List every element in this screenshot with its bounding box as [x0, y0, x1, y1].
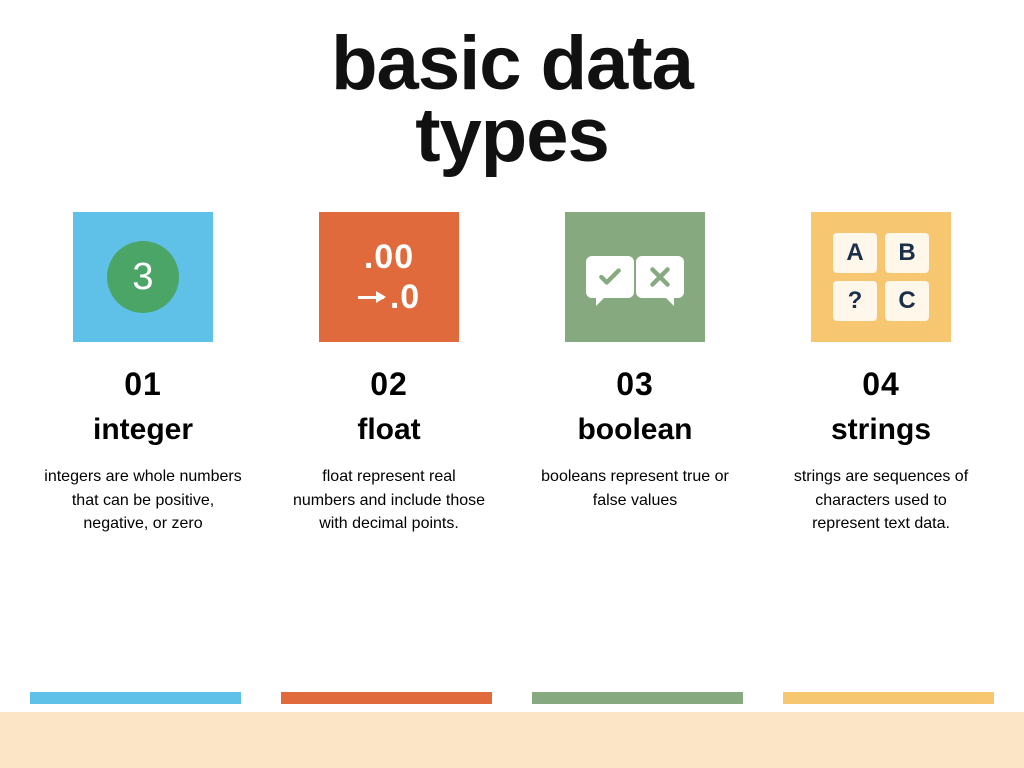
tile-b: B	[885, 233, 929, 273]
card-integer: 3 01 integer integers are whole numbers …	[30, 212, 256, 535]
integer-glyph: 3	[107, 241, 179, 313]
card-boolean: 03 boolean booleans represent true or fa…	[522, 212, 748, 535]
card-title: boolean	[577, 413, 692, 447]
page-title: basic data types	[0, 0, 1024, 172]
float-line2: .0	[390, 280, 420, 314]
card-desc: integers are whole numbers that can be p…	[43, 465, 243, 535]
check-icon	[586, 256, 634, 298]
footer-band	[0, 712, 1024, 768]
card-float: .00 .0 02 float float represent real num…	[276, 212, 502, 535]
accent-bar-strings	[783, 692, 994, 704]
x-icon	[636, 256, 684, 298]
accent-bar-integer	[30, 692, 241, 704]
float-icon: .00 .0	[319, 212, 459, 342]
boolean-icon	[565, 212, 705, 342]
tile-a: A	[833, 233, 877, 273]
card-desc: booleans represent true or false values	[535, 465, 735, 511]
tile-q: ?	[833, 281, 877, 321]
accent-bar-boolean	[532, 692, 743, 704]
accent-bar-float	[281, 692, 492, 704]
tile-c: C	[885, 281, 929, 321]
card-number: 03	[616, 366, 654, 403]
card-strings: A B ? C 04 strings strings are sequences…	[768, 212, 994, 535]
card-desc: float represent real numbers and include…	[289, 465, 489, 535]
cards-row: 3 01 integer integers are whole numbers …	[0, 172, 1024, 535]
card-title: integer	[93, 413, 193, 447]
arrow-right-icon	[358, 296, 384, 299]
float-line1: .00	[364, 240, 414, 274]
card-number: 01	[124, 366, 162, 403]
card-title: strings	[831, 413, 931, 447]
title-line-2: types	[415, 93, 609, 178]
strings-icon: A B ? C	[811, 212, 951, 342]
card-title: float	[357, 413, 420, 447]
card-number: 02	[370, 366, 408, 403]
card-number: 04	[862, 366, 900, 403]
accent-bars	[0, 692, 1024, 704]
card-desc: strings are sequences of characters used…	[781, 465, 981, 535]
integer-icon: 3	[73, 212, 213, 342]
